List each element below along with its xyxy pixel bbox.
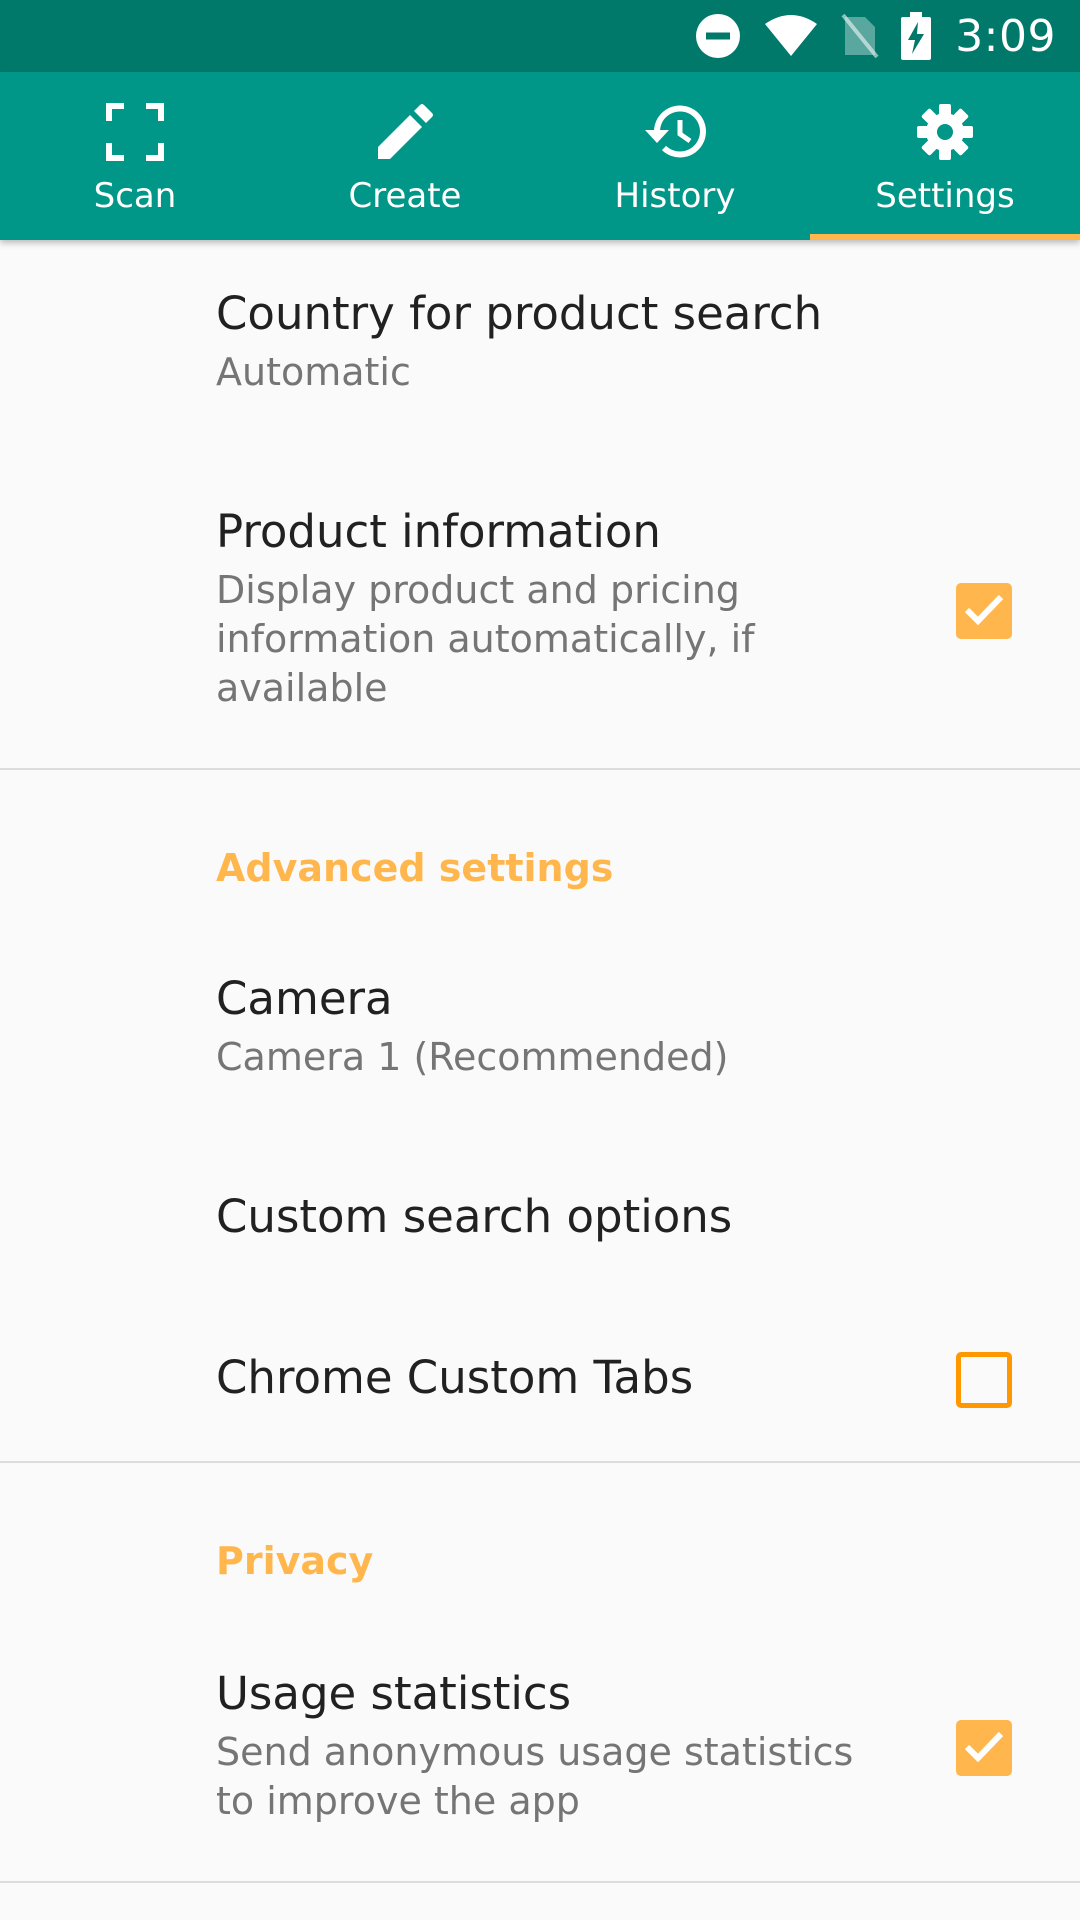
section-divider [0,1881,1080,1883]
pref-product-info-summary: Display product and pricing information … [216,568,755,710]
tab-settings[interactable]: Settings [810,72,1080,240]
privacy-header: Privacy [216,1539,374,1583]
section-divider [0,1461,1080,1463]
tab-bar: Scan Create History Settings [0,72,1080,240]
advanced-settings-header: Advanced settings [216,846,614,890]
selected-tab-indicator [810,234,1080,240]
tab-create[interactable]: Create [270,72,540,240]
status-bar: 3:09 [0,0,1080,72]
scan-icon [103,100,167,164]
tab-history-label: History [614,176,736,216]
tab-scan[interactable]: Scan [0,72,270,240]
section-divider [0,768,1080,770]
tab-settings-label: Settings [875,176,1015,216]
pref-product-info-title: Product information [216,505,661,558]
checkmark-icon [964,1731,1004,1763]
tab-scan-label: Scan [93,176,177,216]
status-icons: 3:09 [695,0,1056,72]
do-not-disturb-icon [695,13,741,59]
pref-chrome-custom-tabs[interactable]: Chrome Custom Tabs [216,1348,896,1408]
chrome-custom-tabs-checkbox[interactable] [956,1352,1012,1408]
pref-chrome-tabs-title: Chrome Custom Tabs [216,1351,694,1404]
pref-custom-search-title: Custom search options [216,1190,733,1243]
pref-country-for-product-search[interactable]: Country for product search Automatic [216,284,896,397]
pref-custom-search-options[interactable]: Custom search options [216,1187,896,1247]
product-information-checkbox[interactable] [956,583,1012,639]
gear-icon [913,100,977,164]
pref-usage-stats-summary: Send anonymous usage statistics to impro… [216,1730,854,1823]
no-sim-icon [841,13,879,59]
status-time: 3:09 [955,10,1056,62]
pref-camera-title: Camera [216,972,393,1025]
tab-create-label: Create [348,176,462,216]
pref-country-title: Country for product search [216,287,823,340]
history-icon [643,100,707,164]
pref-camera-summary: Camera 1 (Recommended) [216,1035,729,1079]
pref-usage-stats-title: Usage statistics [216,1667,572,1720]
checkmark-icon [964,594,1004,626]
pref-product-information[interactable]: Product information Display product and … [216,502,776,713]
pref-usage-statistics[interactable]: Usage statistics Send anonymous usage st… [216,1664,896,1826]
usage-statistics-checkbox[interactable] [956,1720,1012,1776]
wifi-icon [763,14,819,58]
battery-charging-icon [901,12,932,60]
pref-camera[interactable]: Camera Camera 1 (Recommended) [216,969,896,1082]
tab-history[interactable]: History [540,72,810,240]
pref-country-summary: Automatic [216,350,411,394]
pencil-icon [373,100,437,164]
